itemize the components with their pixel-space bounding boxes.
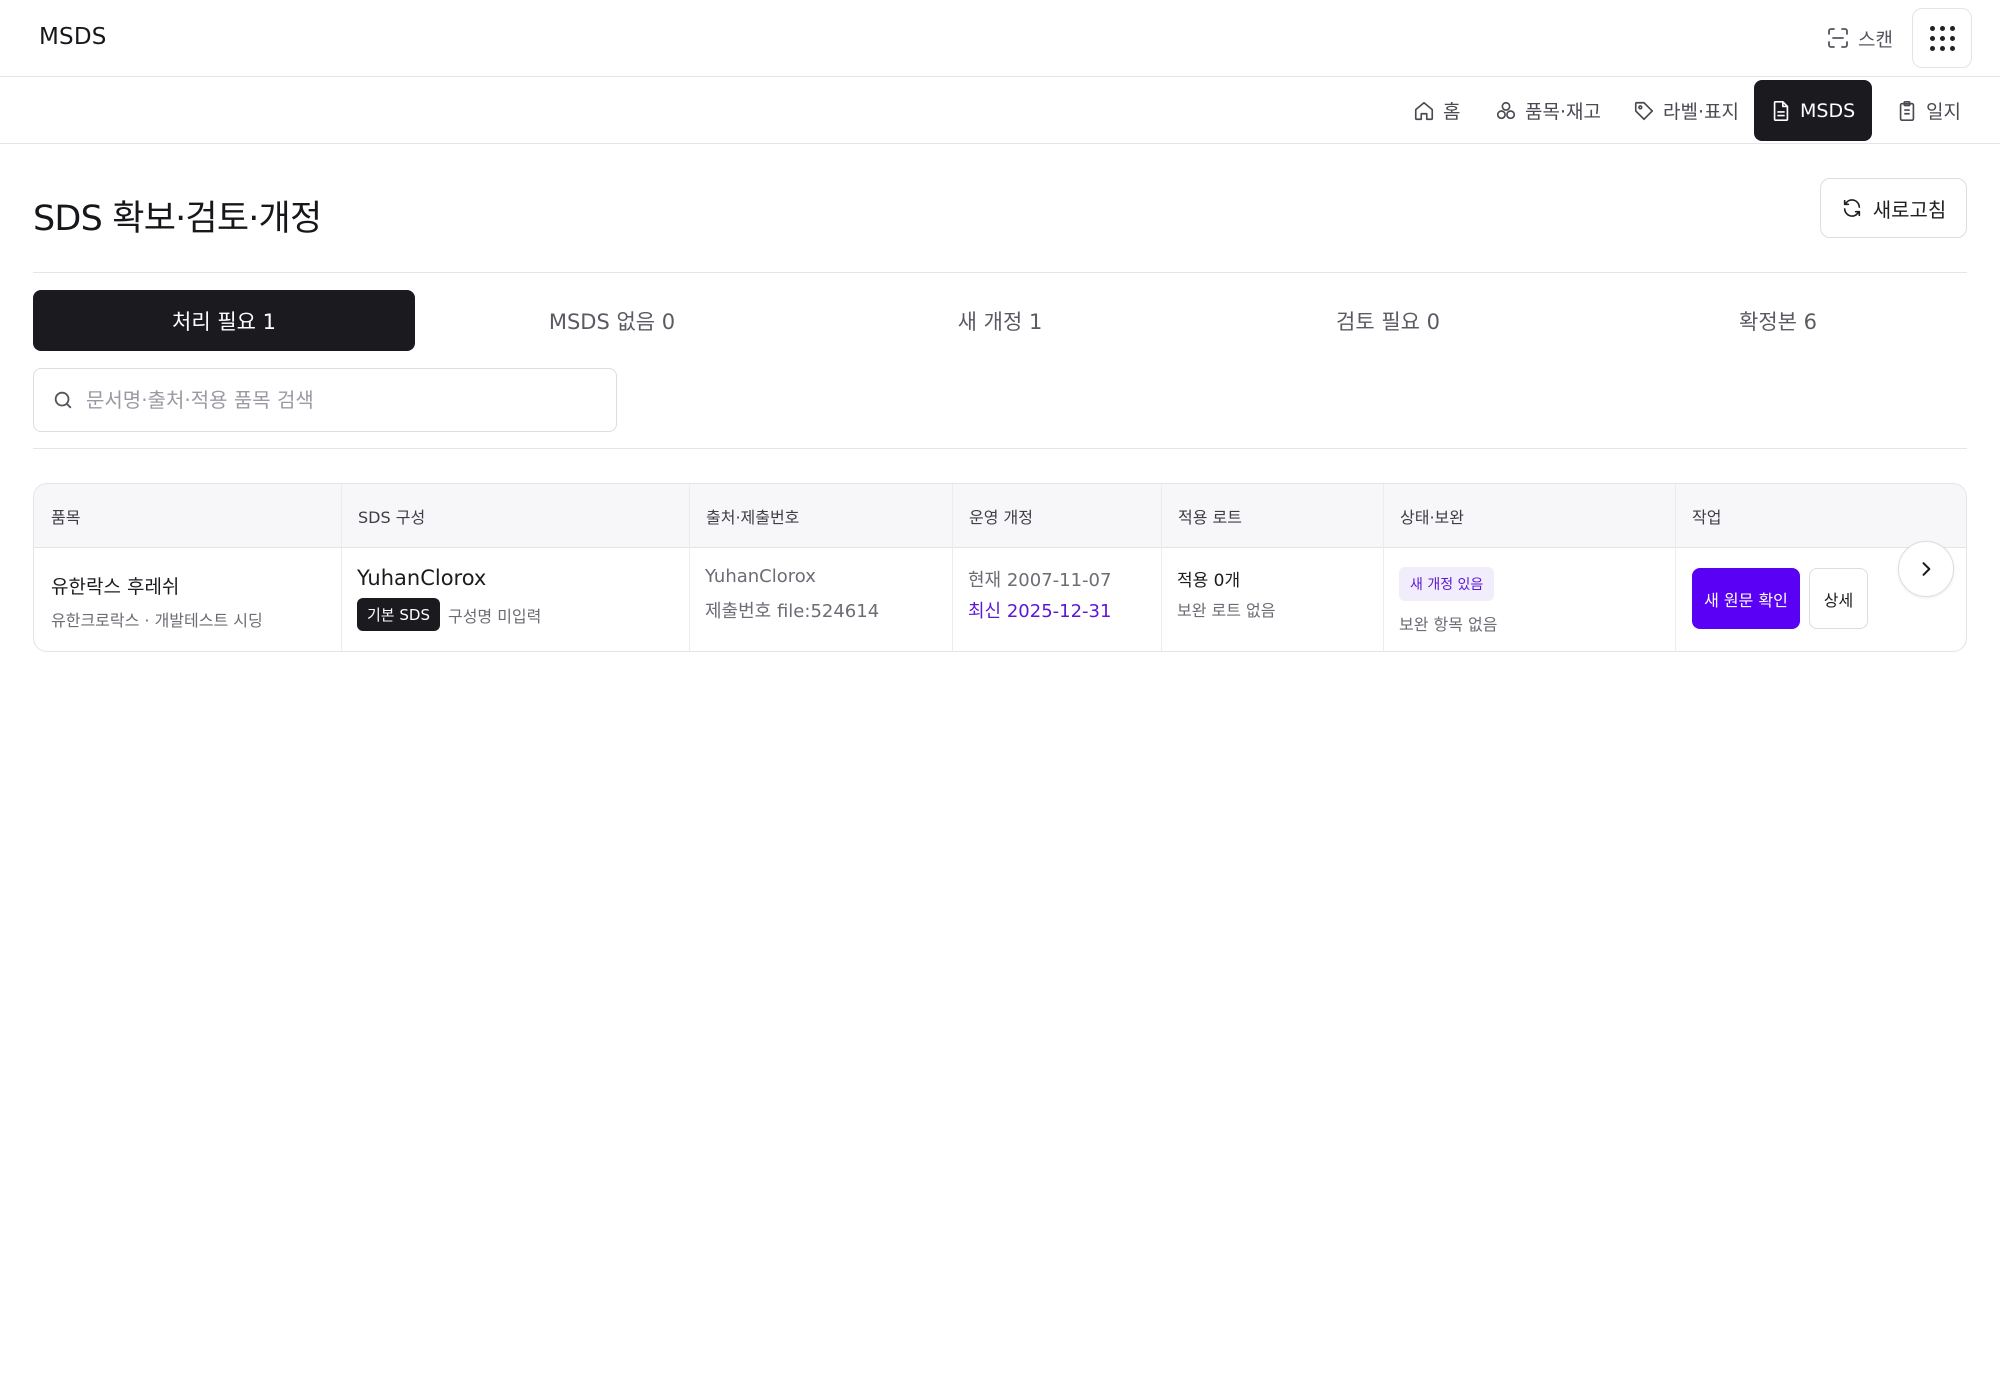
tag-icon <box>1634 101 1654 120</box>
column-header-revision: 운영 개정 <box>969 508 1033 527</box>
nav-label: MSDS <box>1800 99 1856 122</box>
search-icon <box>54 391 72 409</box>
column-header-item: 품목 <box>51 508 81 527</box>
sds-type-badge: 기본 SDS <box>357 598 440 631</box>
refresh-label: 새로고침 <box>1872 197 1947 222</box>
table-scroll-right-button[interactable] <box>1898 541 1954 597</box>
nav-item-log[interactable]: 일지 <box>1880 80 1977 141</box>
apps-menu-button[interactable] <box>1912 8 1972 68</box>
tab-review-required[interactable]: 검토 필요 0 <box>1197 290 1579 351</box>
divider <box>33 272 1967 273</box>
detail-button[interactable]: 상세 <box>1809 568 1868 629</box>
page-title: SDS 확보·검토·개정 <box>33 199 322 239</box>
item-subtitle: 유한크로락스 · 개발테스트 시딩 <box>51 611 263 630</box>
nav-label: 품목·재고 <box>1525 101 1601 123</box>
refresh-button[interactable]: 새로고침 <box>1820 178 1967 238</box>
source-name: YuhanClorox <box>705 566 816 587</box>
sds-name: YuhanClorox <box>357 566 487 590</box>
nav-label: 홈 <box>1443 101 1461 123</box>
tab-new-revision[interactable]: 새 개정 1 <box>809 290 1191 351</box>
main-navigation: 홈 품목·재고 라벨·표지 MSDS 일지 <box>0 77 2000 144</box>
boxes-icon <box>1496 101 1516 119</box>
search-input[interactable] <box>86 388 586 412</box>
tab-action-required[interactable]: 처리 필요 1 <box>33 290 415 351</box>
grid-icon <box>1929 25 1955 51</box>
status-cell-content: 새 개정 있음 <box>1399 567 1495 601</box>
review-new-source-button[interactable]: 새 원문 확인 <box>1692 568 1800 629</box>
sds-note: 구성명 미입력 <box>447 606 542 626</box>
search-box <box>33 368 617 432</box>
nav-item-msds[interactable]: MSDS <box>1754 80 1872 141</box>
lots-note: 보완 로트 없음 <box>1177 601 1276 620</box>
column-header-status: 상태·보완 <box>1400 508 1464 527</box>
app-title: MSDS <box>39 24 107 50</box>
scan-icon <box>1828 28 1848 48</box>
clipboard-icon <box>1899 100 1915 121</box>
revision-current: 현재 2007-11-07 <box>968 570 1112 591</box>
column-header-lots: 적용 로트 <box>1178 508 1242 527</box>
tab-confirmed[interactable]: 확정본 6 <box>1585 290 1971 351</box>
scan-label: 스캔 <box>1858 28 1893 51</box>
nav-item-items-inventory[interactable]: 품목·재고 <box>1479 80 1617 141</box>
tab-no-msds[interactable]: MSDS 없음 0 <box>421 290 803 351</box>
refresh-icon <box>1843 199 1860 217</box>
status-note: 보완 항목 없음 <box>1399 615 1498 634</box>
cell-item <box>34 548 341 651</box>
scan-button[interactable]: 스캔 <box>1826 22 1893 54</box>
document-icon <box>1773 100 1789 121</box>
submission-number: 제출번호 file:524614 <box>705 601 880 622</box>
column-header-source: 출처·제출번호 <box>706 508 800 527</box>
home-icon <box>1414 101 1434 120</box>
column-header-action: 작업 <box>1692 508 1722 527</box>
revision-latest: 최신 2025-12-31 <box>968 601 1112 622</box>
top-app-bar: MSDS 스캔 <box>0 0 2000 77</box>
nav-item-home[interactable]: 홈 <box>1397 80 1476 141</box>
sds-meta: 기본 SDS 구성명 미입력 <box>357 598 541 631</box>
status-badge: 새 개정 있음 <box>1399 567 1495 601</box>
item-name[interactable]: 유한락스 후레쉬 <box>51 572 179 599</box>
divider <box>33 448 1967 449</box>
nav-label: 일지 <box>1926 101 1961 123</box>
column-header-sds: SDS 구성 <box>358 508 426 527</box>
status-tabs: 처리 필요 1 MSDS 없음 0 새 개정 1 검토 필요 0 확정본 6 <box>33 290 1967 351</box>
chevron-right-icon <box>1922 562 1931 576</box>
table-header: 품목 SDS 구성 출처·제출번호 운영 개정 적용 로트 상태·보완 작업 <box>34 484 1966 548</box>
lots-applied: 적용 0개 <box>1177 571 1241 591</box>
nav-label: 라벨·표지 <box>1663 101 1739 123</box>
nav-item-labels[interactable]: 라벨·표지 <box>1617 80 1755 141</box>
